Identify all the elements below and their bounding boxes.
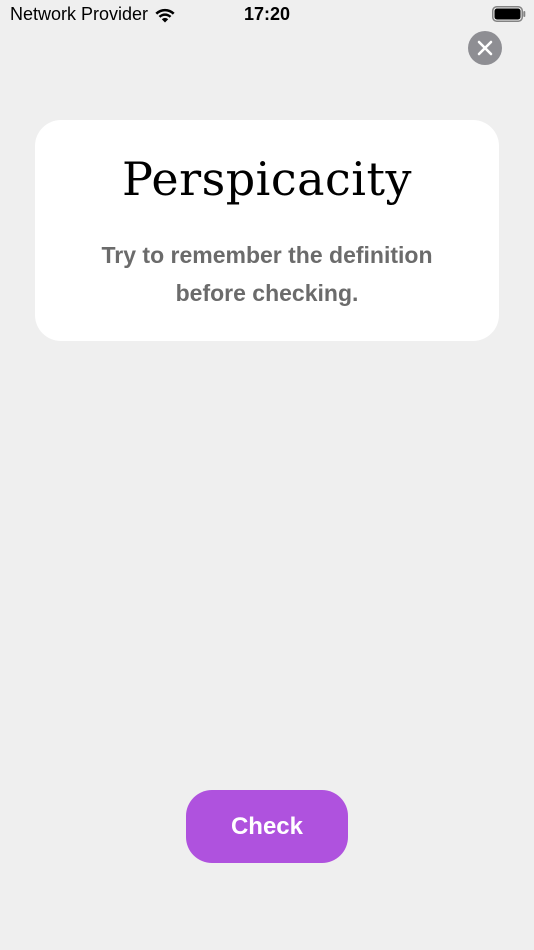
status-bar: Network Provider 17:20 — [0, 0, 534, 30]
battery-icon — [492, 6, 526, 22]
flashcard-hint: Try to remember the definition before ch… — [101, 242, 433, 306]
flashcard-word: Perspicacity — [122, 152, 412, 206]
flashcard: Perspicacity Try to remember the definit… — [35, 120, 499, 341]
close-icon — [477, 40, 493, 56]
check-button[interactable]: Check — [186, 790, 348, 863]
close-button[interactable] — [468, 31, 502, 65]
status-time: 17:20 — [243, 4, 291, 24]
